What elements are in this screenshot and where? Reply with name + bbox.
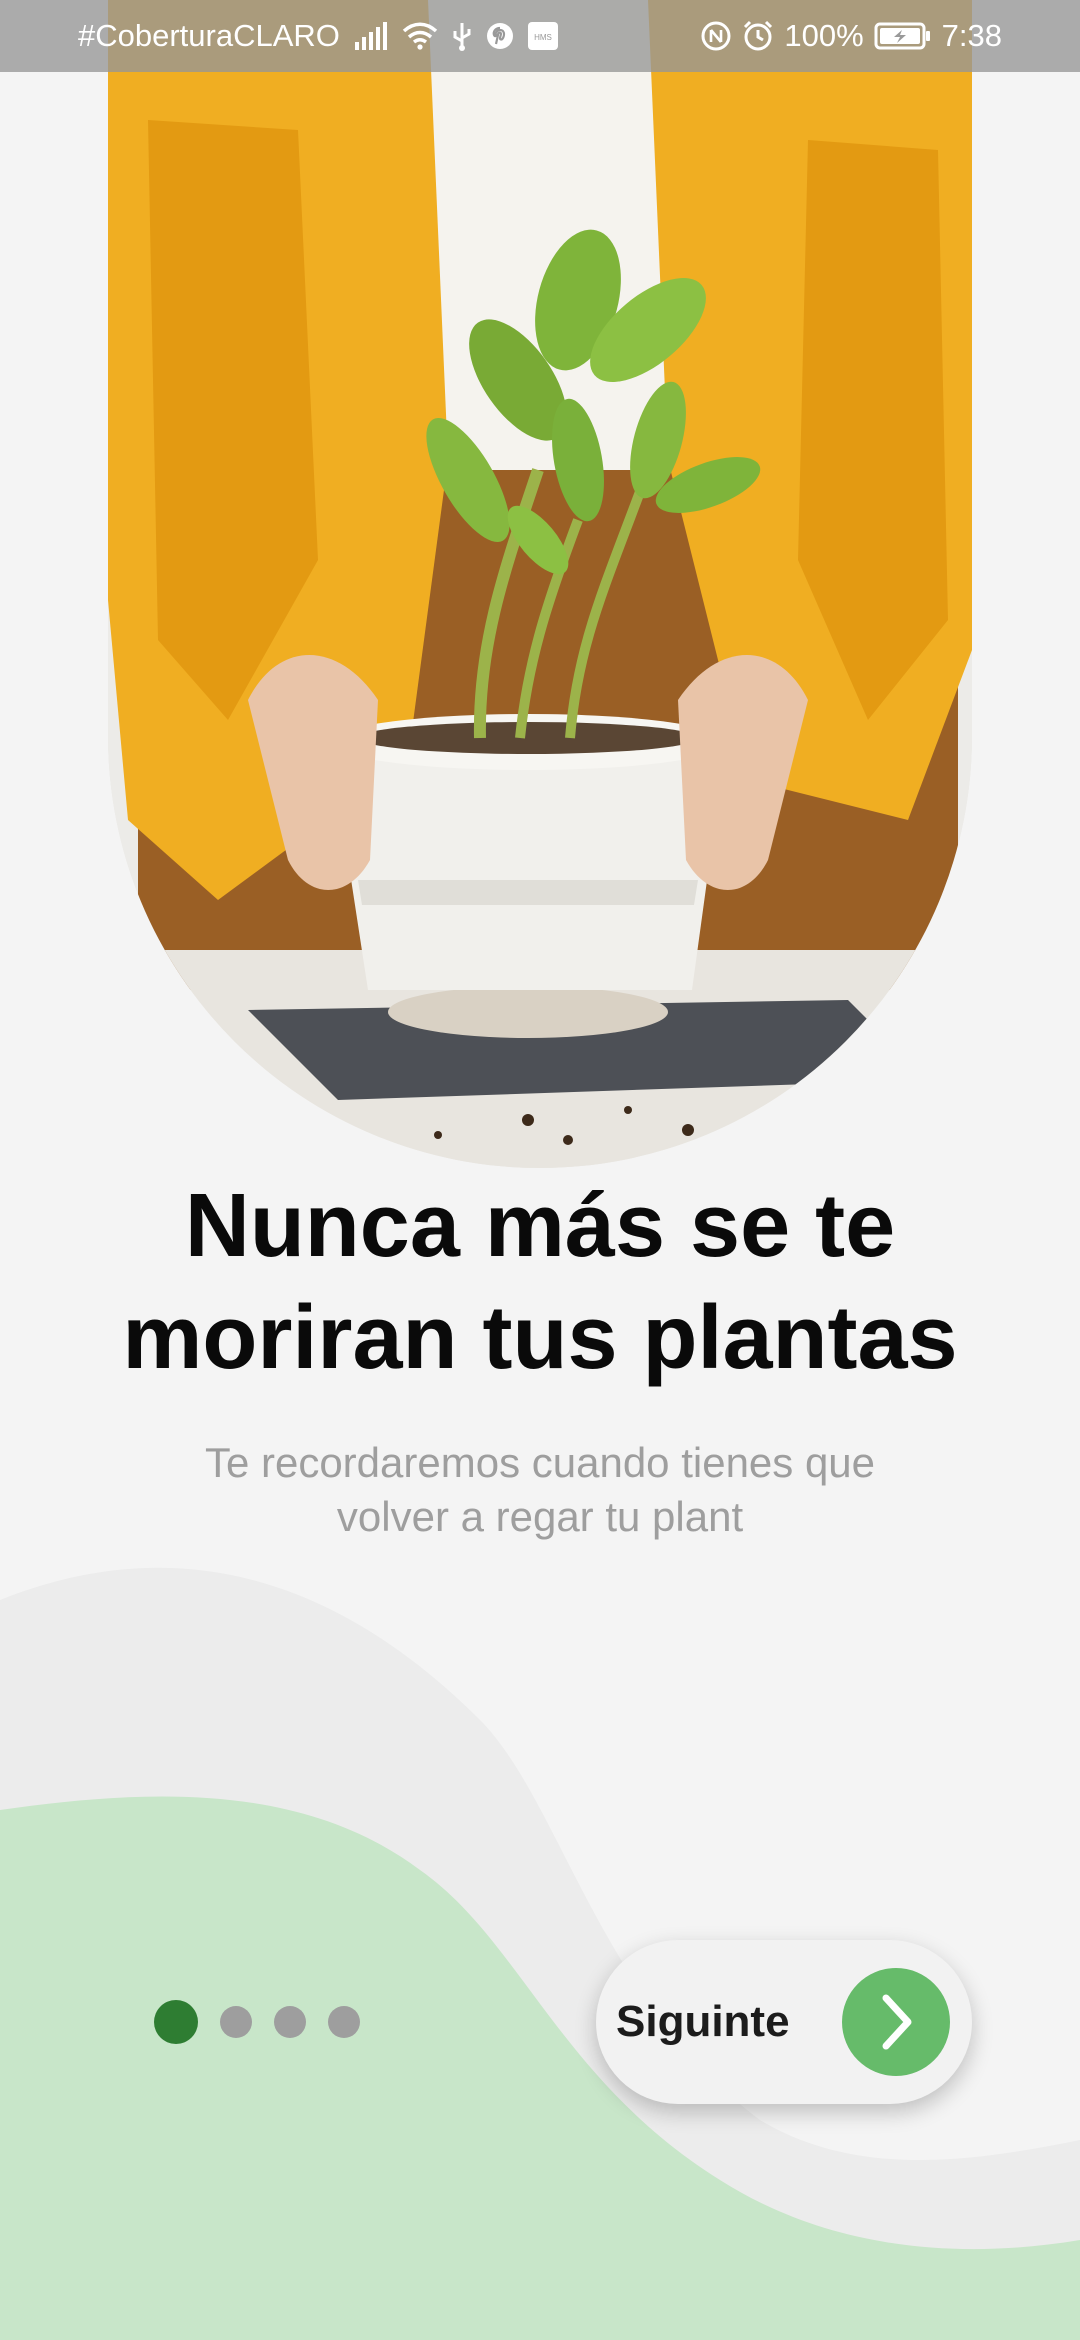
title-line-1: Nunca más se te xyxy=(184,1176,896,1276)
battery-percent: 100% xyxy=(784,18,864,53)
clock-time: 7:38 xyxy=(941,18,1002,53)
onboarding-title: Nunca más se te moriran tus plantas xyxy=(60,1170,1020,1394)
onboarding-screen: #CoberturaCLARO HMS 100% 7:38 Nunca más … xyxy=(0,0,1080,2340)
hero-image-plant-pot xyxy=(108,0,972,1168)
page-dot-1-active xyxy=(154,2000,198,2044)
page-dot-4 xyxy=(328,2006,360,2038)
status-bar: #CoberturaCLARO HMS 100% 7:38 xyxy=(0,0,1080,72)
chevron-right-icon xyxy=(882,1994,912,2050)
subtitle-line-2: volver a regar tu plant xyxy=(336,1493,744,1540)
plant-illustration xyxy=(108,0,972,1168)
alarm-icon xyxy=(742,20,774,52)
page-dot-2 xyxy=(220,2006,252,2038)
usb-icon xyxy=(452,21,472,51)
next-arrow-button[interactable] xyxy=(842,1968,950,2076)
page-indicator xyxy=(154,2000,360,2044)
svg-text:HMS: HMS xyxy=(534,33,552,42)
title-line-2: moriran tus plantas xyxy=(122,1288,958,1388)
next-button-label: Siguinte xyxy=(616,1997,790,2046)
wifi-icon xyxy=(402,22,438,50)
subtitle-line-1: Te recordaremos cuando tienes que xyxy=(204,1439,876,1486)
onboarding-subtitle: Te recordaremos cuando tienes que volver… xyxy=(140,1436,940,1544)
battery-icon xyxy=(874,22,932,50)
hms-icon: HMS xyxy=(527,22,558,50)
pinterest-icon xyxy=(486,22,514,50)
nfc-icon xyxy=(700,20,732,52)
next-button[interactable]: Siguinte xyxy=(596,1940,972,2104)
page-dot-3 xyxy=(274,2006,306,2038)
signal-icon xyxy=(354,22,388,50)
carrier-name: #CoberturaCLARO xyxy=(78,18,340,53)
